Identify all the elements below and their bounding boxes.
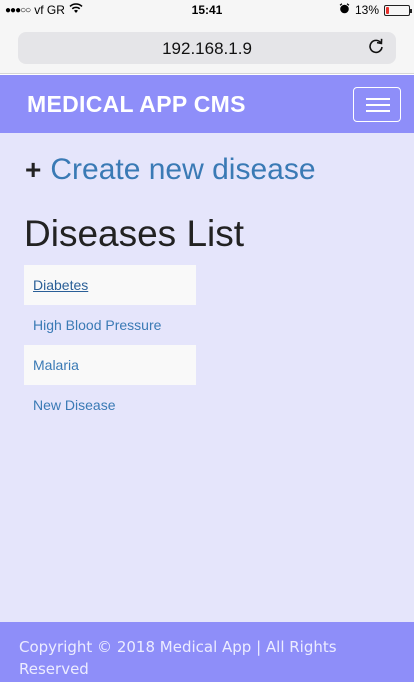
- hamburger-bar: [366, 104, 390, 106]
- alarm-icon: [339, 3, 350, 17]
- page-title: Diseases List: [24, 213, 245, 254]
- battery-percent: 13%: [354, 3, 379, 17]
- status-right: 13%: [339, 3, 412, 17]
- list-item: New Disease: [24, 385, 196, 425]
- status-bar: ●●●○○ vf GR 15:41 13%: [0, 0, 414, 20]
- browser-address-bar: 192.168.1.9: [0, 20, 414, 74]
- list-item: Malaria: [24, 345, 196, 385]
- app-navbar: MEDICAL APP CMS: [0, 75, 414, 133]
- url-text[interactable]: 192.168.1.9: [18, 39, 396, 59]
- list-item: Diabetes: [24, 265, 196, 305]
- hamburger-bar: [366, 98, 390, 100]
- hamburger-bar: [366, 110, 390, 112]
- battery-level: [386, 6, 389, 14]
- create-disease-link[interactable]: Create new disease: [50, 153, 315, 187]
- list-item: High Blood Pressure: [24, 305, 196, 345]
- footer-copyright: Copyright © 2018 Medical App | All Right…: [19, 638, 337, 678]
- disease-link-high-blood-pressure[interactable]: High Blood Pressure: [33, 317, 161, 333]
- hamburger-menu-button[interactable]: [353, 87, 401, 122]
- reload-icon[interactable]: [368, 37, 384, 60]
- main-content: + Create new disease Diseases List Diabe…: [0, 133, 414, 622]
- disease-link-malaria[interactable]: Malaria: [33, 357, 79, 373]
- disease-list: Diabetes High Blood Pressure Malaria New…: [24, 265, 196, 425]
- disease-link-new-disease[interactable]: New Disease: [33, 397, 115, 413]
- url-field[interactable]: 192.168.1.9: [18, 32, 396, 64]
- brand-title[interactable]: MEDICAL APP CMS: [27, 91, 246, 118]
- create-disease-row: + Create new disease: [25, 153, 316, 187]
- battery-icon: [384, 4, 412, 16]
- disease-link-diabetes[interactable]: Diabetes: [33, 277, 88, 293]
- footer: Copyright © 2018 Medical App | All Right…: [0, 622, 414, 682]
- plus-icon: +: [25, 154, 42, 185]
